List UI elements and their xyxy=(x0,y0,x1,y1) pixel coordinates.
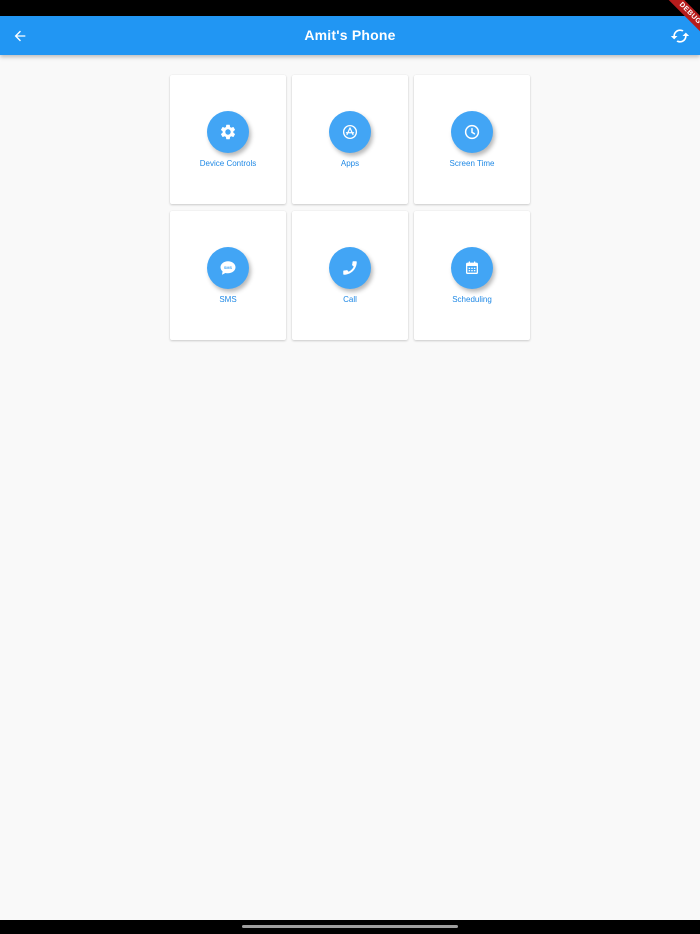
tile-apps[interactable]: Apps xyxy=(292,75,408,204)
tile-device-controls[interactable]: Device Controls xyxy=(170,75,286,204)
home-indicator-bar xyxy=(0,920,700,934)
phone-icon xyxy=(343,261,357,275)
scheduling-icon-circle xyxy=(451,247,493,289)
gear-icon xyxy=(220,124,236,140)
calendar-icon xyxy=(466,261,478,274)
refresh-button[interactable] xyxy=(666,22,694,50)
feature-grid: Device Controls Apps Screen Time SMS SMS xyxy=(170,75,530,340)
tile-label: Screen Time xyxy=(449,159,495,168)
apps-icon-circle xyxy=(329,111,371,153)
call-icon-circle xyxy=(329,247,371,289)
tile-scheduling[interactable]: Scheduling xyxy=(414,211,530,340)
tile-label: Device Controls xyxy=(199,159,257,168)
tile-label: Apps xyxy=(340,159,360,168)
screen-time-icon-circle xyxy=(451,111,493,153)
sms-icon: SMS xyxy=(220,261,236,275)
tile-call[interactable]: Call xyxy=(292,211,408,340)
refresh-icon xyxy=(670,29,690,43)
clock-icon xyxy=(464,124,480,140)
page-title: Amit's Phone xyxy=(304,27,396,43)
status-bar xyxy=(0,0,700,16)
tile-screen-time[interactable]: Screen Time xyxy=(414,75,530,204)
svg-text:SMS: SMS xyxy=(224,266,233,270)
tile-label: SMS xyxy=(219,295,237,304)
app-store-icon xyxy=(342,124,358,140)
device-controls-icon-circle xyxy=(207,111,249,153)
tile-label: Call xyxy=(343,295,357,304)
tile-label: Scheduling xyxy=(452,295,492,304)
tile-sms[interactable]: SMS SMS xyxy=(170,211,286,340)
home-indicator[interactable] xyxy=(242,925,458,928)
app-bar: Amit's Phone xyxy=(0,16,700,55)
sms-icon-circle: SMS xyxy=(207,247,249,289)
